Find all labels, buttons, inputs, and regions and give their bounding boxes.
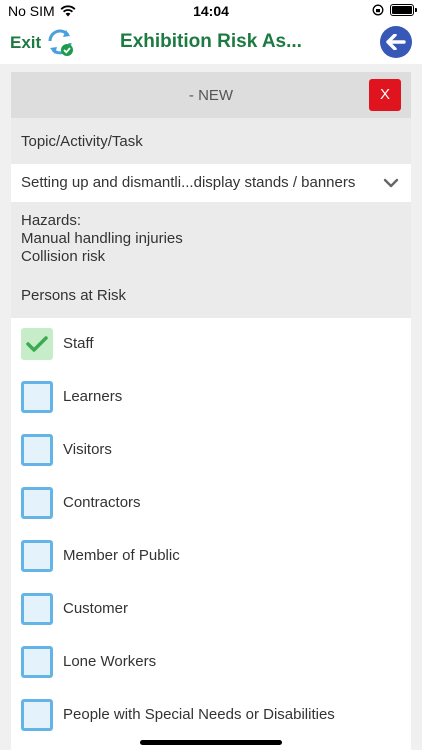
- person-item-lone-workers[interactable]: Lone Workers: [21, 636, 411, 689]
- checkbox[interactable]: [21, 434, 53, 466]
- person-label: Staff: [63, 335, 94, 352]
- persons-at-risk-label: Persons at Risk: [11, 272, 411, 318]
- checkbox-checked[interactable]: [21, 328, 53, 360]
- person-item-contractors[interactable]: Contractors: [21, 477, 411, 530]
- status-right: [372, 4, 417, 16]
- person-item-special-needs[interactable]: People with Special Needs or Disabilitie…: [21, 689, 411, 742]
- close-button[interactable]: X: [369, 79, 401, 111]
- person-label: Visitors: [63, 441, 112, 458]
- battery-icon: [390, 4, 417, 16]
- back-button[interactable]: [380, 26, 412, 58]
- clock: 14:04: [193, 3, 229, 19]
- sync-icon[interactable]: [44, 26, 76, 58]
- checkmark-icon: [26, 336, 48, 352]
- orientation-lock-icon: [372, 4, 384, 16]
- home-indicator: [140, 740, 282, 745]
- checkbox[interactable]: [21, 593, 53, 625]
- checkbox[interactable]: [21, 699, 53, 731]
- checkbox[interactable]: [21, 381, 53, 413]
- person-item-staff[interactable]: Staff: [21, 318, 411, 371]
- checkbox[interactable]: [21, 487, 53, 519]
- hazard-item: Manual handling injuries: [21, 230, 183, 247]
- person-label: Learners: [63, 388, 123, 405]
- hazards-section: Hazards: Manual handling injuries Collis…: [11, 202, 411, 272]
- person-label: Customer: [63, 600, 129, 617]
- person-item-learners[interactable]: Learners: [21, 371, 411, 424]
- nav-bar: Exit Exhibition Risk As...: [0, 22, 422, 64]
- person-label: Lone Workers: [63, 653, 157, 670]
- person-item-member-of-public[interactable]: Member of Public: [21, 530, 411, 583]
- card-header: - NEW X: [11, 72, 411, 118]
- status-bar: No SIM 14:04: [0, 0, 422, 22]
- card-title: - NEW: [188, 87, 234, 104]
- person-label: Contractors: [63, 494, 141, 511]
- topic-value: Setting up and dismantli...display stand…: [21, 174, 356, 191]
- chevron-down-icon: [383, 178, 399, 188]
- person-label: Member of Public: [63, 547, 180, 564]
- topic-label: Topic/Activity/Task: [11, 118, 411, 164]
- checkbox[interactable]: [21, 540, 53, 572]
- person-label: People with Special Needs or Disabilitie…: [63, 706, 335, 723]
- page-title: Exhibition Risk As...: [120, 31, 302, 52]
- topic-dropdown[interactable]: Setting up and dismantli...display stand…: [11, 164, 411, 202]
- hazards-heading: Hazards:: [21, 212, 82, 229]
- exit-button[interactable]: Exit: [10, 33, 41, 53]
- arrow-left-icon: [386, 34, 406, 50]
- person-item-customer[interactable]: Customer: [21, 583, 411, 636]
- hazard-item: Collision risk: [21, 248, 106, 265]
- person-item-visitors[interactable]: Visitors: [21, 424, 411, 477]
- persons-list: Staff Learners Visitors Contractors Memb…: [11, 318, 411, 742]
- checkbox[interactable]: [21, 646, 53, 678]
- risk-card: - NEW X Topic/Activity/Task Setting up a…: [11, 72, 411, 750]
